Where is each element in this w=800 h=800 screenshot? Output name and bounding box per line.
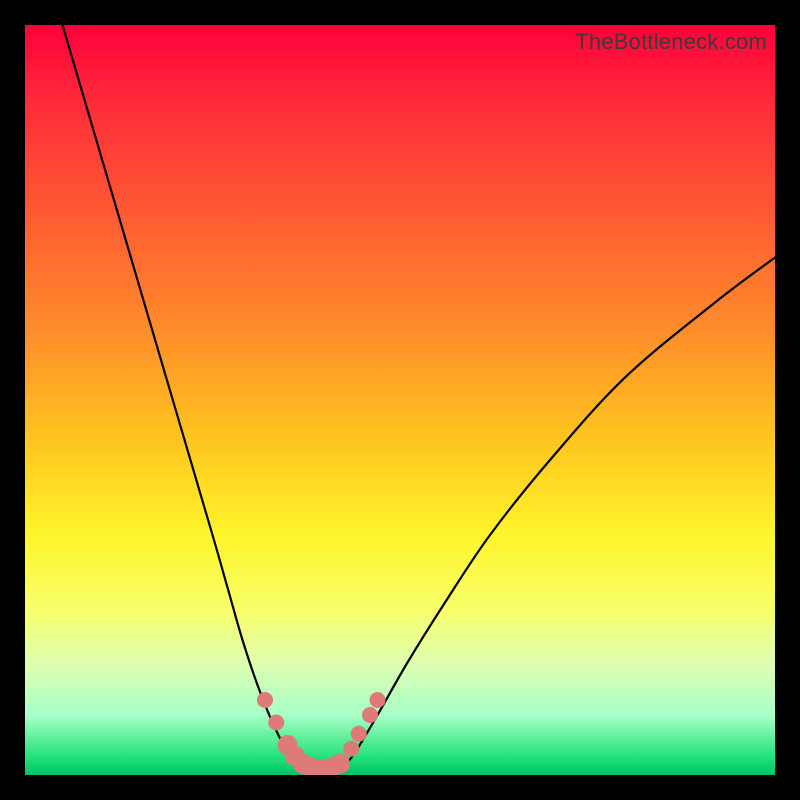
chart-overlay xyxy=(25,25,775,775)
marker-dot xyxy=(330,754,350,774)
marker-dot xyxy=(362,707,378,723)
curve-right xyxy=(340,258,775,772)
marker-dot xyxy=(351,726,367,742)
marker-dot xyxy=(257,692,273,708)
marker-dot xyxy=(370,692,386,708)
marker-group xyxy=(257,692,386,775)
marker-dot xyxy=(268,715,284,731)
marker-dot xyxy=(343,741,359,757)
plot-area: TheBottleneck.com xyxy=(25,25,775,775)
outer-frame: TheBottleneck.com xyxy=(0,0,800,800)
curve-left xyxy=(63,25,303,771)
